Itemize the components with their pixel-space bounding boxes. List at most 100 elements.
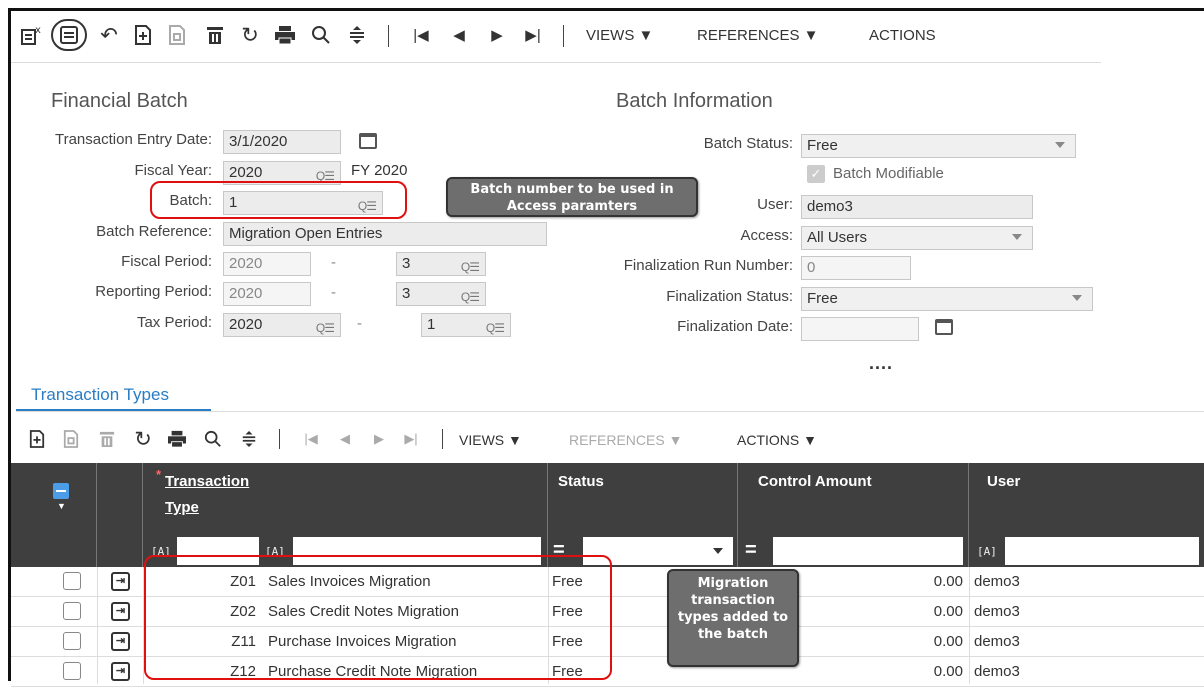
- fiscal-period-year-value: 2020: [229, 255, 263, 272]
- row-select-checkbox[interactable]: [63, 632, 81, 650]
- actions-menu[interactable]: ACTIONS: [869, 27, 936, 44]
- fit-to-screen-icon[interactable]: [237, 427, 261, 451]
- fiscal-year-description: FY 2020: [351, 162, 408, 179]
- status-header[interactable]: Status: [558, 473, 604, 490]
- column-divider: [97, 567, 98, 684]
- range-dash: -: [331, 284, 336, 301]
- lookup-icon[interactable]: Q☰: [316, 317, 335, 336]
- fit-to-screen-icon[interactable]: [343, 21, 371, 49]
- next-record-icon[interactable]: ▶: [485, 21, 509, 49]
- chevron-down-icon: [713, 548, 723, 554]
- tax-period-year-field[interactable]: 2020 Q☰: [223, 313, 341, 337]
- more-fields-indicator[interactable]: ....: [869, 353, 893, 374]
- copy-row-icon[interactable]: [59, 427, 83, 451]
- refresh-icon[interactable]: ↻: [131, 427, 155, 451]
- transaction-type-header[interactable]: Transaction: [165, 473, 249, 490]
- last-record-icon[interactable]: ▶|: [399, 427, 423, 451]
- lookup-icon[interactable]: Q☰: [461, 256, 480, 275]
- transaction-entry-date-value: 3/1/2020: [229, 133, 288, 150]
- access-value: All Users: [807, 229, 868, 246]
- copy-paste-icon[interactable]: [163, 21, 191, 49]
- user-header[interactable]: User: [987, 473, 1020, 490]
- batch-reference-label: Batch Reference:: [96, 223, 212, 240]
- last-record-icon[interactable]: ▶|: [521, 21, 545, 49]
- print-icon[interactable]: [165, 427, 189, 451]
- open-row-icon[interactable]: ⇥: [111, 632, 130, 651]
- delete-row-icon[interactable]: [95, 427, 119, 451]
- control-amount-filter[interactable]: [773, 537, 963, 565]
- access-label: Access:: [740, 227, 793, 244]
- reporting-period-field[interactable]: 3 Q☰: [396, 282, 486, 306]
- open-row-icon[interactable]: ⇥: [111, 662, 130, 681]
- fiscal-period-field[interactable]: 3 Q☰: [396, 252, 486, 276]
- delete-icon[interactable]: [201, 21, 229, 49]
- add-record-icon[interactable]: [129, 21, 157, 49]
- reporting-period-label: Reporting Period:: [95, 283, 212, 300]
- open-row-icon[interactable]: ⇥: [111, 572, 130, 591]
- transaction-entry-date-field[interactable]: 3/1/2020: [223, 130, 341, 154]
- toolbar-separator: [563, 25, 564, 47]
- calendar-icon[interactable]: [935, 319, 953, 335]
- batch-status-select[interactable]: Free: [801, 134, 1076, 158]
- row-select-checkbox[interactable]: [63, 662, 81, 680]
- access-select[interactable]: All Users: [801, 226, 1033, 250]
- finalization-run-number-label: Finalization Run Number:: [623, 257, 793, 274]
- batch-highlight: [150, 181, 407, 219]
- tax-period-field[interactable]: 1 Q☰: [421, 313, 511, 337]
- previous-record-icon[interactable]: ◀: [333, 427, 357, 451]
- finalization-run-number-value: 0: [807, 259, 816, 276]
- calendar-icon[interactable]: [359, 133, 377, 149]
- tax-period-value: 1: [427, 316, 436, 333]
- add-row-icon[interactable]: [25, 427, 49, 451]
- clear-icon[interactable]: x: [17, 21, 45, 49]
- finalization-status-select[interactable]: Free: [801, 287, 1093, 311]
- batch-reference-field[interactable]: Migration Open Entries: [223, 222, 547, 246]
- row-select-checkbox[interactable]: [63, 572, 81, 590]
- user-value: demo3: [974, 573, 1020, 590]
- lookup-icon[interactable]: Q☰: [486, 317, 505, 336]
- control-amount-header[interactable]: Control Amount: [758, 473, 872, 490]
- toolbar-separator: [388, 25, 389, 47]
- finalization-date-label: Finalization Date:: [677, 318, 793, 335]
- search-icon[interactable]: [201, 427, 225, 451]
- first-record-icon[interactable]: |◀: [299, 427, 323, 451]
- first-record-icon[interactable]: |◀: [409, 21, 433, 49]
- batch-modifiable-checkbox[interactable]: ✓: [807, 165, 825, 183]
- transaction-type-header-line2[interactable]: Type: [165, 499, 199, 516]
- tab-transaction-types[interactable]: Transaction Types: [31, 385, 169, 405]
- search-icon[interactable]: [307, 21, 335, 49]
- tax-period-year-value: 2020: [229, 316, 263, 333]
- batch-status-value: Free: [807, 137, 838, 154]
- batch-status-label: Batch Status:: [703, 135, 793, 152]
- finalization-date-field: [801, 317, 919, 341]
- reporting-period-value: 3: [402, 285, 411, 302]
- references-menu[interactable]: REFERENCES ▼: [697, 27, 819, 44]
- print-icon[interactable]: [271, 21, 299, 49]
- fiscal-period-year-field: 2020: [223, 252, 311, 276]
- finalization-run-number-field: 0: [801, 256, 911, 280]
- application-window: x ↶ ↻ |◀ ◀ ▶ ▶| VIEWS ▼ REFERENCES ▼ ACT…: [8, 8, 1204, 687]
- range-dash: -: [357, 315, 362, 332]
- lookup-icon[interactable]: Q☰: [461, 286, 480, 305]
- chevron-down-icon[interactable]: ▼: [57, 501, 66, 511]
- row-select-checkbox[interactable]: [63, 602, 81, 620]
- batch-reference-value: Migration Open Entries: [229, 225, 383, 242]
- finalization-status-label: Finalization Status:: [666, 288, 793, 305]
- save-icon[interactable]: [51, 19, 87, 51]
- grid-views-menu[interactable]: VIEWS ▼: [459, 432, 522, 448]
- next-record-icon[interactable]: ▶: [367, 427, 391, 451]
- grid-actions-menu[interactable]: ACTIONS ▼: [737, 432, 817, 448]
- user-filter[interactable]: [1005, 537, 1199, 565]
- grid-references-menu[interactable]: REFERENCES ▼: [569, 432, 682, 448]
- select-all-column: ▼: [11, 463, 97, 567]
- previous-record-icon[interactable]: ◀: [447, 21, 471, 49]
- reporting-period-year-value: 2020: [229, 285, 263, 302]
- views-menu[interactable]: VIEWS ▼: [586, 27, 653, 44]
- chevron-down-icon: [1072, 295, 1082, 301]
- toolbar-separator: [442, 429, 443, 449]
- migration-rows-highlight: [144, 555, 612, 680]
- open-row-icon[interactable]: ⇥: [111, 602, 130, 621]
- select-all-checkbox[interactable]: [53, 483, 69, 499]
- undo-icon[interactable]: ↶: [95, 21, 123, 49]
- refresh-icon[interactable]: ↻: [236, 21, 264, 49]
